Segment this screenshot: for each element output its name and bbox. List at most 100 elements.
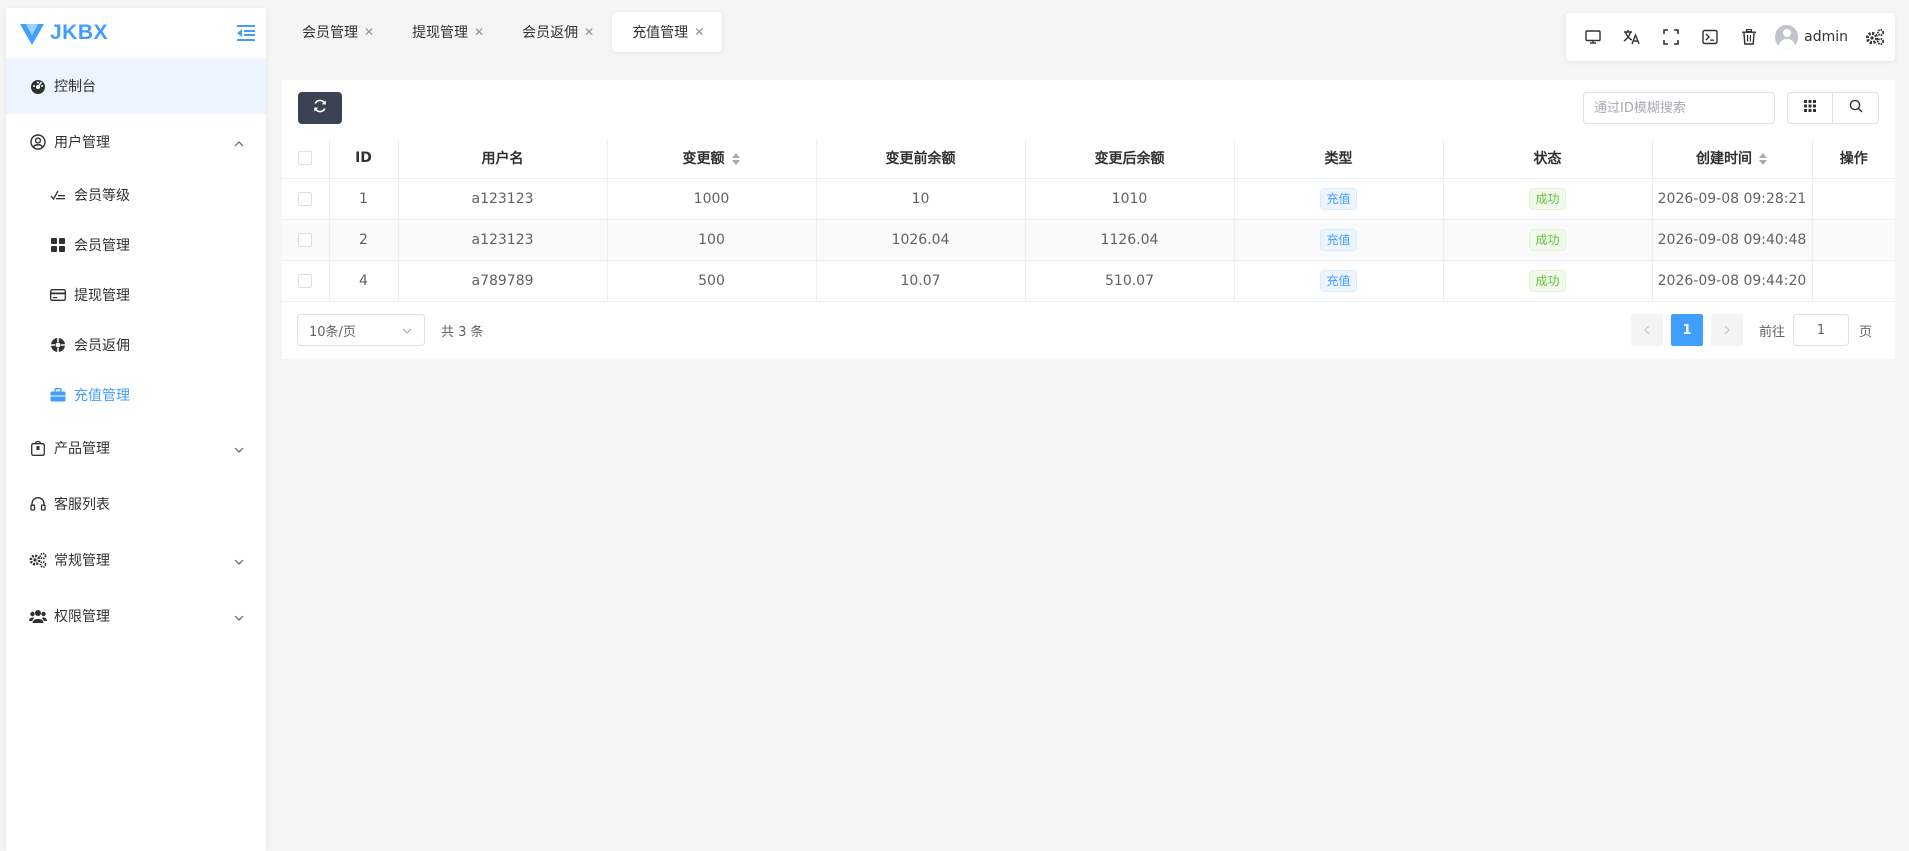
sidebar-item-customer-service[interactable]: 客服列表: [6, 476, 266, 532]
row-checkbox[interactable]: [298, 191, 313, 206]
cell-balance-after: 1010: [1025, 178, 1235, 220]
trash-icon[interactable]: [1730, 17, 1769, 57]
page-number-button[interactable]: 1: [1671, 314, 1703, 346]
level-icon: [48, 185, 68, 205]
sidebar-item-label: 用户管理: [54, 135, 110, 151]
sidebar-item-product-management[interactable]: 产品管理: [6, 420, 266, 476]
grid-icon: [1804, 100, 1816, 116]
cell-created: 2026-09-08 09:28:21: [1652, 178, 1813, 220]
sidebar-item-commission[interactable]: 会员返佣: [6, 320, 266, 370]
terminal-icon[interactable]: [1691, 17, 1730, 57]
credit-card-icon: [48, 285, 68, 305]
fullscreen-icon[interactable]: [1652, 17, 1691, 57]
cell-id: 2: [329, 219, 399, 261]
column-header: 操作: [1812, 138, 1895, 179]
sidebar-item-user-management[interactable]: 用户管理: [6, 114, 266, 170]
avatar[interactable]: [1774, 25, 1799, 49]
sidebar-item-recharge[interactable]: 充值管理: [6, 370, 266, 420]
toolbar-button-group: [1787, 92, 1879, 124]
cell-amount: 1000: [607, 178, 817, 220]
search-icon: [1849, 99, 1863, 117]
sidebar-item-label: 控制台: [54, 79, 96, 95]
sidebar-item-member-level[interactable]: 会员等级: [6, 170, 266, 220]
close-icon[interactable]: ✕: [694, 25, 704, 39]
column-header: 状态: [1443, 138, 1653, 179]
sidebar-item-withdrawal[interactable]: 提现管理: [6, 270, 266, 320]
header-toolbar: admin: [1566, 13, 1895, 61]
tab-label: 会员管理: [302, 25, 358, 41]
chevron-up-icon: [234, 137, 244, 147]
chevron-down-icon: [234, 443, 244, 453]
translate-icon[interactable]: [1613, 17, 1652, 57]
column-header: 类型: [1234, 138, 1444, 179]
tab-label: 充值管理: [632, 25, 689, 41]
row-checkbox[interactable]: [298, 232, 313, 247]
page-size-value: 10条/页: [309, 324, 356, 340]
goto-page-input[interactable]: [1793, 314, 1850, 346]
tab-member-commission[interactable]: 会员返佣 ✕: [502, 12, 612, 52]
table-row[interactable]: 2 a123123 100 1026.04 1126.04 充值 成功 2026…: [282, 219, 1895, 261]
settings-icon[interactable]: [1856, 17, 1895, 57]
sidebar-item-permission-management[interactable]: 权限管理: [6, 588, 266, 644]
search-button[interactable]: [1833, 92, 1879, 124]
refresh-button[interactable]: [298, 92, 342, 124]
cell-id: 4: [329, 260, 399, 302]
cell-balance-after: 1126.04: [1025, 219, 1235, 261]
column-header-label: 变更额: [682, 150, 725, 167]
column-header: 变更前余额: [816, 138, 1026, 179]
cell-created: 2026-09-08 09:44:20: [1652, 260, 1813, 302]
cell-id: 1: [329, 178, 399, 220]
sidebar-item-label: 充值管理: [74, 388, 130, 404]
column-header-sortable[interactable]: 创建时间: [1652, 138, 1813, 179]
cell-status: 成功: [1443, 260, 1653, 302]
user-circle-icon: [28, 132, 48, 152]
table-row[interactable]: 1 a123123 1000 10 1010 充值 成功 2026-09-08 …: [282, 178, 1895, 220]
refresh-icon: [313, 99, 327, 117]
cell-amount: 500: [607, 260, 817, 302]
cell-type: 充值: [1234, 219, 1444, 261]
cell-status: 成功: [1443, 219, 1653, 261]
close-icon[interactable]: ✕: [584, 25, 594, 39]
briefcase-icon: [48, 385, 68, 405]
search-input[interactable]: [1583, 92, 1775, 124]
table-row[interactable]: 4 a789789 500 10.07 510.07 充值 成功 2026-09…: [282, 260, 1895, 302]
column-header-sortable[interactable]: 变更额: [607, 138, 817, 179]
prev-page-button[interactable]: [1631, 314, 1663, 346]
row-select-cell: [282, 178, 330, 220]
cell-balance-before: 10: [816, 178, 1026, 220]
collapse-menu-icon[interactable]: [236, 24, 256, 42]
sidebar-item-dashboard[interactable]: 控制台: [6, 58, 266, 114]
tab-member-management[interactable]: 会员管理 ✕: [282, 12, 392, 52]
page-size-select[interactable]: 10条/页: [297, 314, 425, 346]
sort-icon[interactable]: [1758, 152, 1768, 166]
status-badge: 成功: [1529, 187, 1566, 210]
total-count: 共 3 条: [441, 325, 484, 340]
select-all-checkbox[interactable]: [298, 150, 313, 165]
sidebar-item-member-management[interactable]: 会员管理: [6, 220, 266, 270]
status-badge: 成功: [1529, 269, 1566, 292]
type-badge: 充值: [1320, 269, 1357, 292]
next-page-button[interactable]: [1711, 314, 1743, 346]
headset-icon: [28, 494, 48, 514]
close-icon[interactable]: ✕: [474, 25, 484, 39]
chevron-down-icon: [234, 611, 244, 621]
cell-username: a123123: [398, 178, 608, 220]
chevron-down-icon: [234, 555, 244, 565]
sidebar-item-label: 会员等级: [74, 188, 130, 204]
cell-created: 2026-09-08 09:40:48: [1652, 219, 1813, 261]
row-checkbox[interactable]: [298, 273, 313, 288]
monitor-icon[interactable]: [1574, 17, 1613, 57]
column-settings-button[interactable]: [1787, 92, 1833, 124]
tab-withdrawal-management[interactable]: 提现管理 ✕: [392, 12, 502, 52]
tab-label: 提现管理: [412, 25, 469, 41]
close-icon[interactable]: ✕: [364, 25, 374, 39]
sidebar-item-general-management[interactable]: 常规管理: [6, 532, 266, 588]
column-header-label: 创建时间: [1696, 150, 1752, 167]
tab-recharge-management[interactable]: 充值管理 ✕: [612, 12, 723, 52]
cell-balance-after: 510.07: [1025, 260, 1235, 302]
username[interactable]: admin: [1804, 29, 1848, 45]
sidebar-item-label: 会员返佣: [74, 338, 130, 354]
main-card: ID 用户名 变更额 变更前余额 变更后余额 类型 状态 创建时间 操作 1 a…: [282, 80, 1895, 359]
sort-icon[interactable]: [731, 152, 741, 166]
column-header: 用户名: [398, 138, 608, 179]
